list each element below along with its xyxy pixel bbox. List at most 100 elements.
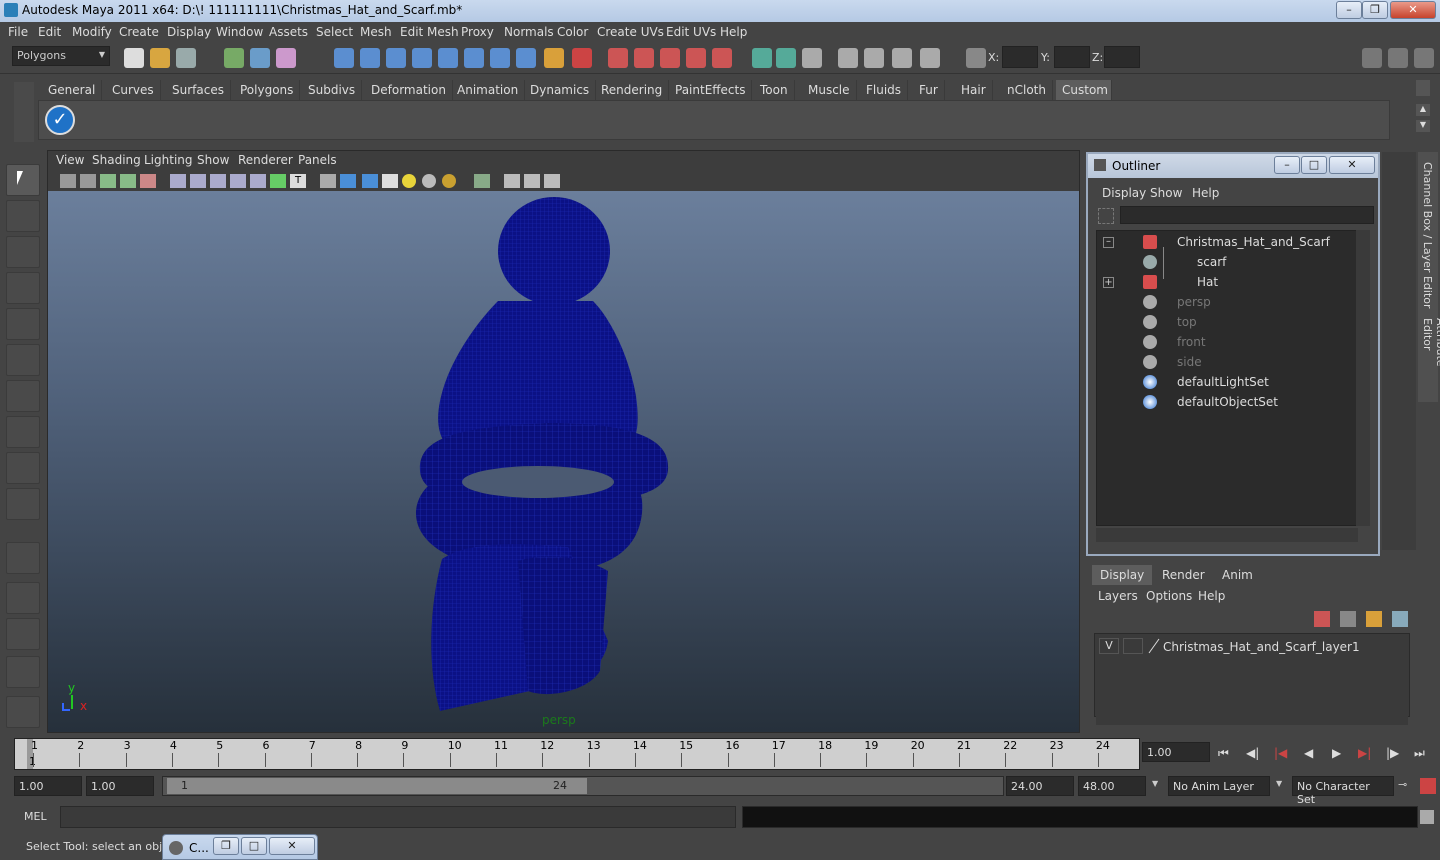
open-scene-icon[interactable]	[150, 48, 170, 68]
layer-tab-render[interactable]: Render	[1154, 565, 1214, 585]
menu-help[interactable]: Help	[720, 25, 747, 39]
y-field[interactable]	[1054, 46, 1090, 68]
chevron-down-icon[interactable]: ▼	[1276, 779, 1282, 788]
xray-icon[interactable]	[230, 174, 246, 188]
wireframe-on-shaded-icon[interactable]	[210, 174, 226, 188]
menu-edit[interactable]: Edit	[38, 25, 61, 39]
menu-color[interactable]: Color	[557, 25, 588, 39]
shelf-tab-ncloth[interactable]: nCloth	[1001, 80, 1053, 100]
minimized-maximize-button[interactable]: □	[241, 837, 267, 855]
viewport-panel[interactable]: View Shading Lighting Show Renderer Pane…	[47, 150, 1080, 733]
play-backwards-icon[interactable]: ◀	[1304, 746, 1313, 760]
snap-curve-icon[interactable]	[360, 48, 380, 68]
expand-icon[interactable]: +	[1103, 277, 1114, 288]
select-component-icon[interactable]	[276, 48, 296, 68]
command-input[interactable]	[60, 806, 736, 828]
lock-icon[interactable]	[544, 48, 564, 68]
shelf-tab-dynamics[interactable]: Dynamics	[524, 80, 597, 100]
shadows-icon[interactable]	[442, 174, 456, 188]
minimized-close-button[interactable]: ✕	[269, 837, 315, 855]
outliner-maximize-button[interactable]: □	[1301, 156, 1327, 174]
trash-icon[interactable]	[1416, 80, 1430, 96]
shelf-tab-muscle[interactable]: Muscle	[802, 80, 857, 100]
menu-select[interactable]: Select	[316, 25, 353, 39]
snap-edge-icon[interactable]	[490, 48, 510, 68]
outliner-horizontal-scrollbar[interactable]	[1096, 528, 1358, 542]
script-editor-icon[interactable]	[1420, 810, 1434, 824]
shelf-tab-deformation[interactable]: Deformation	[365, 80, 453, 100]
viewport-menu-lighting[interactable]: Lighting	[144, 153, 193, 167]
channel-box-side-tab[interactable]: Channel Box / Layer Editor	[1421, 162, 1434, 309]
menu-file[interactable]: File	[8, 25, 28, 39]
viewport-menu-shading[interactable]: Shading	[92, 153, 141, 167]
current-time-field[interactable]: 1.00	[1142, 742, 1210, 762]
magnet-icon[interactable]	[712, 48, 732, 68]
batch-render-icon[interactable]	[892, 48, 912, 68]
time-slider[interactable]: 1 12345678910111213141516171819202122232…	[14, 738, 1140, 770]
layer-name[interactable]: Christmas_Hat_and_Scarf_layer1	[1163, 640, 1360, 654]
layer-menu-options[interactable]: Options	[1146, 589, 1192, 603]
outliner-close-button[interactable]: ✕	[1329, 156, 1375, 174]
animation-preferences-icon[interactable]	[1420, 778, 1436, 794]
isolate-select-icon[interactable]	[320, 174, 336, 188]
shelf-scroll-down-icon[interactable]: ▼	[1416, 120, 1430, 132]
menu-assets[interactable]: Assets	[269, 25, 308, 39]
menu-window[interactable]: Window	[216, 25, 263, 39]
go-to-end-icon[interactable]: ⏭	[1414, 746, 1425, 761]
last-tool-icon[interactable]	[6, 488, 40, 520]
wireframe-icon[interactable]	[170, 174, 186, 188]
collapse-icon[interactable]: –	[1103, 237, 1114, 248]
outliner-title-bar[interactable]: Outliner – □ ✕	[1088, 154, 1378, 178]
character-set-select[interactable]: No Character Set	[1292, 776, 1394, 806]
step-back-key-icon[interactable]: |◀	[1274, 746, 1287, 760]
maximize-button[interactable]: ❐	[1362, 1, 1388, 19]
viewport-menu-view[interactable]: View	[56, 153, 84, 167]
outliner-item-hat[interactable]: Hat	[1197, 275, 1218, 289]
shelf-tab-rendering[interactable]: Rendering	[595, 80, 670, 100]
textured-cube-icon[interactable]	[362, 174, 378, 188]
default-light-icon[interactable]	[402, 174, 416, 188]
camera-select-icon[interactable]	[60, 174, 76, 188]
select-tool-icon[interactable]	[6, 164, 40, 196]
menu-mesh[interactable]: Mesh	[360, 25, 392, 39]
shelf-tab-hair[interactable]: Hair	[955, 80, 993, 100]
clapper-icon[interactable]	[864, 48, 884, 68]
safe-action-icon[interactable]	[544, 174, 560, 188]
tool-settings-toggle-icon[interactable]	[1388, 48, 1408, 68]
shelf-tab-custom[interactable]: Custom	[1056, 80, 1112, 100]
grid-toggle-icon[interactable]	[140, 174, 156, 188]
checker-icon[interactable]	[382, 174, 398, 188]
camera-attributes-icon[interactable]	[80, 174, 96, 188]
shelf-tab-animation[interactable]: Animation	[451, 80, 526, 100]
new-scene-icon[interactable]	[124, 48, 144, 68]
layer-type-toggle[interactable]	[1123, 638, 1143, 654]
step-back-frame-icon[interactable]: ◀|	[1246, 746, 1259, 760]
step-forward-key-icon[interactable]: ▶|	[1358, 746, 1371, 760]
shelf-tab-polygons[interactable]: Polygons	[234, 80, 301, 100]
shelf-tab-fur[interactable]: Fur	[913, 80, 945, 100]
film-gate-icon[interactable]	[504, 174, 520, 188]
outliner-item-default-light-set[interactable]: defaultLightSet	[1177, 375, 1269, 389]
close-button[interactable]: ✕	[1390, 1, 1436, 19]
outliner-menu-show[interactable]: Show	[1150, 186, 1182, 200]
playback-start-field[interactable]: 1.00	[86, 776, 154, 796]
chevron-down-icon[interactable]: ▼	[1152, 779, 1158, 788]
channel-box-toggle-icon[interactable]	[1414, 48, 1434, 68]
save-scene-icon[interactable]	[176, 48, 196, 68]
key-icon[interactable]: ⊸	[1398, 778, 1407, 791]
menu-create-uvs[interactable]: Create UVs	[597, 25, 664, 39]
menu-set-select[interactable]: Polygons ▼	[12, 46, 110, 66]
play-forwards-icon[interactable]: ▶	[1332, 746, 1341, 760]
menu-edit-mesh[interactable]: Edit Mesh	[400, 25, 459, 39]
step-forward-frame-icon[interactable]: |▶	[1386, 746, 1399, 760]
shelf-tab-curves[interactable]: Curves	[106, 80, 161, 100]
range-slider-handle[interactable]: 1 24	[167, 778, 587, 794]
shelf-scroll-up-icon[interactable]: ▲	[1416, 104, 1430, 116]
select-camera-icon[interactable]	[474, 174, 490, 188]
hypershade-layout-icon[interactable]	[6, 696, 40, 728]
playback-end-field[interactable]: 24.00	[1006, 776, 1074, 796]
outliner-item-top[interactable]: top	[1177, 315, 1197, 329]
minimized-restore-button[interactable]: ❐	[213, 837, 239, 855]
outliner-vertical-scrollbar[interactable]	[1356, 230, 1370, 526]
outliner-item-side[interactable]: side	[1177, 355, 1202, 369]
